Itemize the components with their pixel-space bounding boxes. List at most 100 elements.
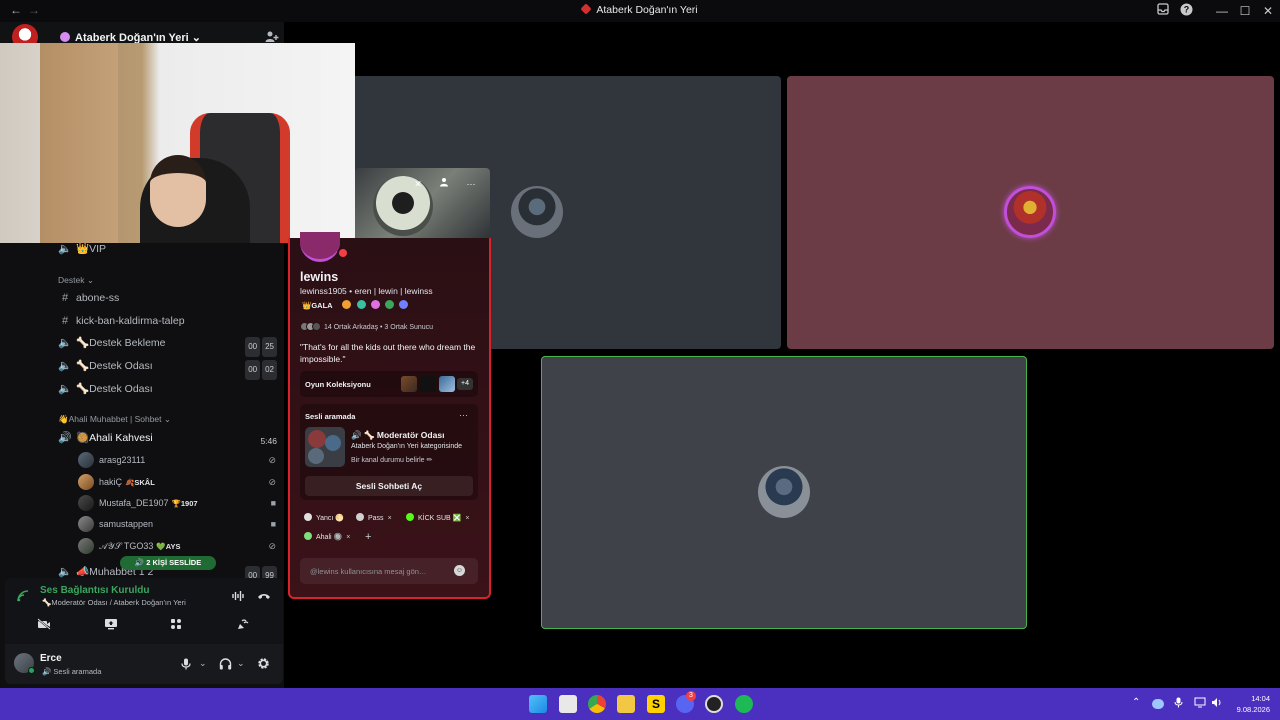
badge-icon[interactable] bbox=[370, 300, 380, 309]
chevron-down-icon: ⌄ bbox=[86, 275, 94, 285]
channel-status-prompt[interactable]: Bir kanal durumu belirle ✏ bbox=[351, 456, 432, 464]
channel-destek-odasi-1[interactable]: 🔈 🦴Destek Odası 00 02 bbox=[58, 357, 280, 380]
voice-user[interactable]: samustappen ■ bbox=[78, 515, 278, 535]
profile-tagline: lewinss1905 • eren | lewin | lewinss bbox=[300, 286, 433, 296]
avatar bbox=[308, 448, 324, 464]
mute-icon[interactable]: ✕ bbox=[411, 177, 425, 191]
microphone-tray-icon[interactable] bbox=[1174, 697, 1183, 711]
volume-icon[interactable] bbox=[1211, 697, 1223, 711]
inbox-icon[interactable] bbox=[1155, 3, 1171, 19]
remove-role-icon[interactable]: × bbox=[346, 534, 350, 541]
channel-kick-ban-kaldirma-talep[interactable]: # kick-ban-kaldirma-talep bbox=[58, 312, 280, 330]
discord-icon[interactable]: 3 bbox=[676, 691, 696, 713]
voice-count-pill[interactable]: 🔊 2 KİŞİ SESLİDE bbox=[120, 556, 216, 570]
video-tile[interactable] bbox=[787, 76, 1274, 349]
voice-user[interactable]: 𝒜𝒴𝒮 TGO33 💚AYS ⊘ bbox=[78, 537, 278, 557]
voice-channel-name[interactable]: 🔊 🦴 Moderatör Odası bbox=[351, 430, 444, 441]
camera-off-icon[interactable] bbox=[37, 618, 51, 633]
headphones-icon[interactable] bbox=[219, 657, 232, 675]
gear-icon[interactable] bbox=[257, 657, 270, 675]
category-ahali-muhabbet[interactable]: 👋Ahali Muhabbet | Sohbet ⌄ bbox=[58, 414, 171, 425]
chrome-icon[interactable] bbox=[588, 695, 606, 713]
voice-status[interactable]: Ses Bağlantısı Kuruldu bbox=[40, 585, 149, 596]
role-chip[interactable]: Pass × bbox=[356, 512, 392, 526]
channel-destek-odasi-2[interactable]: 🔈 🦴Destek Odası bbox=[58, 380, 280, 398]
signal-icon[interactable] bbox=[17, 589, 29, 607]
open-voice-chat-button[interactable]: Sesli Sohbeti Aç bbox=[305, 476, 473, 496]
speaker-icon: 🔈 bbox=[58, 337, 72, 349]
badge-icon[interactable] bbox=[342, 300, 352, 309]
game-icon[interactable] bbox=[439, 376, 455, 392]
message-input[interactable] bbox=[310, 565, 450, 577]
clock[interactable]: 14:04 9.08.2026 bbox=[1232, 693, 1270, 715]
network-icon[interactable] bbox=[1194, 697, 1206, 711]
spotify-icon[interactable] bbox=[735, 695, 753, 713]
dnd-status-icon bbox=[337, 247, 349, 259]
webcam-scene bbox=[150, 155, 206, 227]
profile-bio: "That's for all the kids out there who d… bbox=[300, 342, 476, 364]
windows-start-icon[interactable] bbox=[529, 695, 547, 713]
add-role-button[interactable]: + bbox=[365, 531, 371, 543]
task-view-icon[interactable] bbox=[559, 695, 577, 713]
profile-display-name[interactable]: lewins bbox=[300, 270, 338, 284]
help-icon[interactable]: ? bbox=[1178, 3, 1194, 19]
chevron-up-icon[interactable]: ⌃ bbox=[1132, 697, 1140, 708]
games-more-badge[interactable]: +4 bbox=[457, 378, 473, 390]
channel-ahali-kahvesi[interactable]: 🔊 🥘Ahali Kahvesi 5:46 bbox=[58, 429, 280, 447]
voice-user[interactable]: hakiÇ 🍂SKÂL ⊘ bbox=[78, 473, 278, 493]
game-icon[interactable] bbox=[420, 376, 436, 392]
role-chip[interactable]: KİCK SUB ❎ × bbox=[406, 512, 469, 526]
server-boost-icon bbox=[60, 32, 70, 42]
current-user-status[interactable]: 🔊 Sesli aramada bbox=[42, 667, 101, 676]
guild-tag: 💚AYS bbox=[156, 542, 181, 551]
file-explorer-icon[interactable] bbox=[617, 695, 635, 713]
badge-icon[interactable] bbox=[356, 300, 366, 309]
game-icon[interactable] bbox=[401, 376, 417, 392]
avatar bbox=[78, 516, 94, 532]
deafened-icon: ⊘ bbox=[268, 541, 276, 551]
mutual-info[interactable]: 14 Ortak Arkadaş • 3 Ortak Sunucu bbox=[300, 322, 433, 331]
category-destek[interactable]: Destek ⌄ bbox=[58, 275, 94, 286]
avatar bbox=[78, 538, 94, 554]
badge-icon[interactable] bbox=[398, 300, 408, 309]
remove-role-icon[interactable]: × bbox=[388, 515, 392, 522]
chevron-down-icon[interactable]: ⌄ bbox=[237, 658, 245, 669]
channel-abone-ss[interactable]: # abone-ss bbox=[58, 289, 280, 307]
screen-share-icon[interactable] bbox=[104, 618, 118, 633]
disconnect-icon[interactable] bbox=[257, 590, 271, 605]
activities-icon[interactable] bbox=[170, 618, 182, 633]
app-logo-icon bbox=[580, 3, 593, 15]
channel-destek-bekleme[interactable]: 🔈 🦴Destek Bekleme 00 25 bbox=[58, 334, 280, 357]
app-s-icon[interactable]: S bbox=[647, 695, 665, 713]
avatar bbox=[78, 452, 94, 468]
obs-icon[interactable] bbox=[705, 695, 723, 713]
emoji-icon[interactable]: ☺ bbox=[454, 565, 465, 576]
remove-role-icon[interactable]: × bbox=[465, 515, 469, 522]
chevron-down-icon[interactable]: ⌄ bbox=[199, 658, 207, 669]
role-chip[interactable]: Yancı 🌕 bbox=[304, 512, 344, 526]
more-options-icon[interactable]: ··· bbox=[464, 177, 478, 191]
voice-user[interactable]: Mustafa_DE1907 🏆1907 ■ bbox=[78, 494, 278, 514]
taskbar bbox=[0, 688, 1280, 720]
current-user-name[interactable]: Erce bbox=[40, 653, 62, 664]
microphone-icon[interactable] bbox=[181, 657, 191, 675]
add-friend-icon[interactable] bbox=[437, 177, 451, 191]
minimize-button[interactable]: — bbox=[1214, 3, 1230, 19]
webcam-overlay bbox=[0, 43, 355, 243]
game-collection-label: Oyun Koleksiyonu bbox=[305, 380, 371, 389]
soundboard-icon[interactable] bbox=[236, 618, 249, 634]
online-status-dot bbox=[28, 667, 35, 674]
maximize-button[interactable]: ☐ bbox=[1237, 3, 1253, 19]
guild-tag[interactable]: 👑GALA bbox=[302, 301, 332, 310]
webcam-scene bbox=[40, 43, 118, 243]
voice-channel-path[interactable]: 🦴Moderatör Odası / Ataberk Doğan'ın Yeri bbox=[42, 598, 186, 607]
more-options-icon[interactable]: ··· bbox=[459, 410, 468, 420]
noise-suppression-icon[interactable] bbox=[232, 590, 244, 605]
role-chip[interactable]: Ahali 🔘 × bbox=[304, 531, 350, 545]
voice-user[interactable]: arasg23111 ⊘ bbox=[78, 451, 278, 471]
badge-icon[interactable] bbox=[384, 300, 394, 309]
video-tile-speaking[interactable] bbox=[541, 356, 1027, 629]
voice-activity-label: Sesli aramada bbox=[305, 412, 356, 421]
onedrive-icon[interactable] bbox=[1152, 699, 1164, 709]
close-button[interactable]: ✕ bbox=[1260, 3, 1276, 19]
